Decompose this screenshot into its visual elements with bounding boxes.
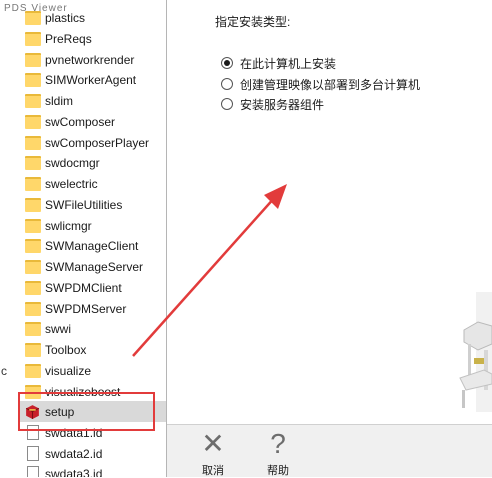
folder-icon bbox=[25, 72, 41, 87]
option-label: 在此计算机上安装 bbox=[240, 56, 337, 71]
folder-icon bbox=[25, 31, 41, 46]
installer-command-bar: ✕ 取消 ? 帮助 bbox=[167, 424, 492, 477]
option-install-this-computer[interactable]: 在此计算机上安装 bbox=[221, 54, 336, 72]
list-item-simworkeragent[interactable]: SIMWorkerAgent bbox=[20, 69, 166, 90]
folder-icon bbox=[25, 10, 41, 25]
folder-icon bbox=[25, 321, 41, 336]
list-item-label: plastics bbox=[45, 10, 86, 25]
list-item-label: SWFileUtilities bbox=[45, 197, 123, 212]
folder-icon bbox=[25, 363, 41, 378]
file-icon bbox=[27, 466, 39, 477]
install-type-label: 指定安装类型: bbox=[215, 15, 291, 29]
file-icon bbox=[27, 446, 39, 461]
folder-icon bbox=[25, 52, 41, 67]
folder-icon bbox=[25, 135, 41, 150]
list-item-visualize[interactable]: visualize bbox=[20, 360, 166, 381]
folder-icon bbox=[25, 176, 41, 191]
list-item-label: swComposerPlayer bbox=[45, 135, 150, 150]
list-item-swcomposerplayer[interactable]: swComposerPlayer bbox=[20, 132, 166, 153]
list-item-label: SWManageClient bbox=[45, 238, 139, 253]
list-item-label: swdata3.id bbox=[45, 466, 103, 478]
list-item-toolbox[interactable]: Toolbox bbox=[20, 339, 166, 360]
list-item-prereqs[interactable]: PreReqs bbox=[20, 28, 166, 49]
folder-icon bbox=[25, 93, 41, 108]
list-item-sldim[interactable]: sldim bbox=[20, 90, 166, 111]
setup-highlight-box bbox=[18, 392, 155, 431]
decorative-machine-illustration bbox=[459, 292, 492, 412]
folder-icon bbox=[25, 280, 41, 295]
list-item-label: SWPDMServer bbox=[45, 301, 127, 316]
list-item-swpdmserver[interactable]: SWPDMServer bbox=[20, 298, 166, 319]
list-item-label: swComposer bbox=[45, 114, 116, 129]
folder-icon bbox=[25, 238, 41, 253]
list-item-swdata3[interactable]: swdata3.id bbox=[20, 463, 166, 477]
list-item-swmanageserver[interactable]: SWManageServer bbox=[20, 256, 166, 277]
list-item-label: SWPDMClient bbox=[45, 280, 122, 295]
option-install-server-components[interactable]: 安装服务器组件 bbox=[221, 95, 324, 113]
folder-icon bbox=[25, 259, 41, 274]
list-item-label: swdata2.id bbox=[45, 446, 103, 461]
radio-unselected[interactable] bbox=[221, 78, 233, 90]
list-item-label: SIMWorkerAgent bbox=[45, 72, 137, 87]
list-item-swmanageclient[interactable]: SWManageClient bbox=[20, 235, 166, 256]
list-item-swdata2[interactable]: swdata2.id bbox=[20, 443, 166, 464]
folder-icon bbox=[25, 197, 41, 212]
list-item-swfileutilities[interactable]: SWFileUtilities bbox=[20, 194, 166, 215]
list-item-label: pvnetworkrender bbox=[45, 52, 135, 67]
radio-selected[interactable] bbox=[221, 57, 233, 69]
list-item-label: sldim bbox=[45, 93, 74, 108]
option-label: 安装服务器组件 bbox=[240, 97, 325, 112]
help-button[interactable]: ? 帮助 bbox=[258, 429, 298, 478]
radio-unselected[interactable] bbox=[221, 98, 233, 110]
list-item-label: visualize bbox=[45, 363, 92, 378]
list-item-swpdmclient[interactable]: SWPDMClient bbox=[20, 277, 166, 298]
list-item-plastics[interactable]: plastics bbox=[20, 7, 166, 28]
list-item-swwi[interactable]: swwi bbox=[20, 318, 166, 339]
folder-icon bbox=[25, 301, 41, 316]
list-item-pvnetworkrender[interactable]: pvnetworkrender bbox=[20, 49, 166, 70]
folder-icon bbox=[25, 114, 41, 129]
help-label: 帮助 bbox=[267, 465, 289, 477]
list-item-label: swelectric bbox=[45, 176, 98, 191]
folder-icon bbox=[25, 155, 41, 170]
folder-icon bbox=[25, 218, 41, 233]
truncated-edge-letter: c bbox=[1, 364, 7, 378]
list-item-swlicmgr[interactable]: swlicmgr bbox=[20, 215, 166, 236]
close-icon: ✕ bbox=[201, 428, 225, 459]
list-item-label: swlicmgr bbox=[45, 218, 92, 233]
list-item-label: swdocmgr bbox=[45, 155, 100, 170]
folder-icon bbox=[25, 342, 41, 357]
cancel-label: 取消 bbox=[202, 465, 224, 477]
cancel-button[interactable]: ✕ 取消 bbox=[193, 429, 233, 478]
list-item-label: swwi bbox=[45, 321, 71, 336]
list-item-label: Toolbox bbox=[45, 342, 87, 357]
installer-panel: 指定安装类型: 在此计算机上安装 创建管理映像以部署到多台计算机 安装服务器组件 bbox=[167, 0, 492, 424]
list-item-label: PreReqs bbox=[45, 31, 92, 46]
list-item-swcomposer[interactable]: swComposer bbox=[20, 111, 166, 132]
list-item-swelectric[interactable]: swelectric bbox=[20, 173, 166, 194]
option-label: 创建管理映像以部署到多台计算机 bbox=[240, 77, 421, 92]
option-create-admin-image[interactable]: 创建管理映像以部署到多台计算机 bbox=[221, 75, 420, 93]
help-icon: ? bbox=[270, 428, 286, 459]
list-item-swdocmgr[interactable]: swdocmgr bbox=[20, 152, 166, 173]
list-item-label: SWManageServer bbox=[45, 259, 144, 274]
